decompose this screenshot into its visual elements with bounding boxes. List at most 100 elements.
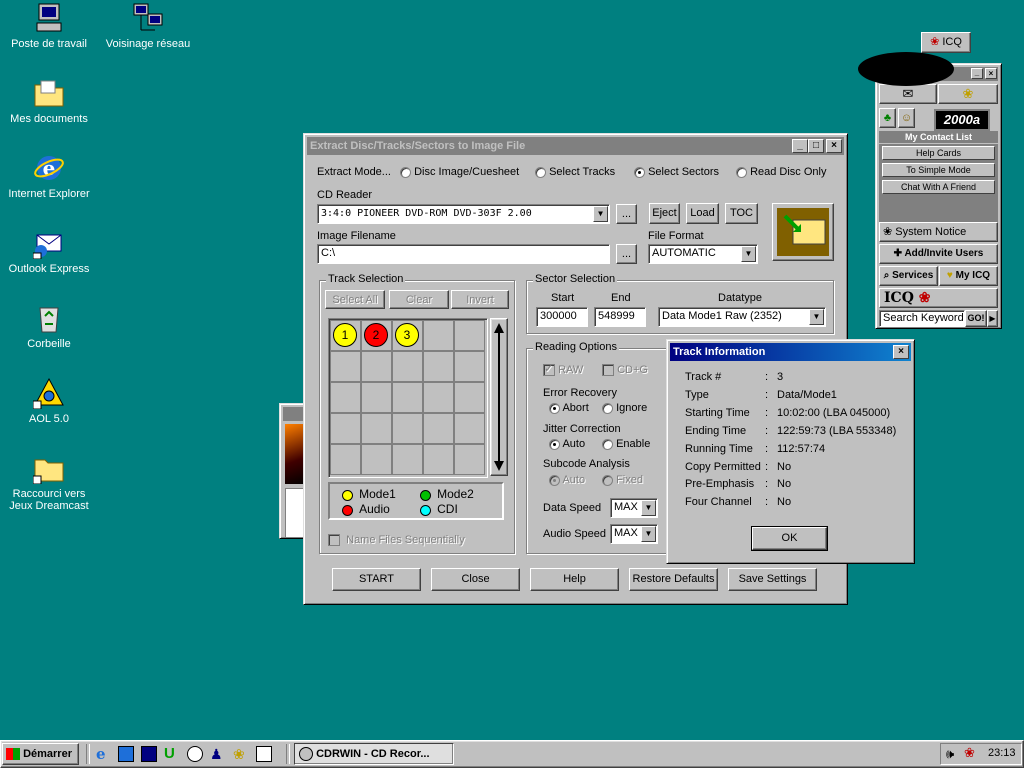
eject-button[interactable]: Eject: [649, 203, 680, 224]
error-recovery-abort[interactable]: Abort: [549, 402, 589, 414]
minimize-button[interactable]: _: [971, 68, 983, 79]
track-cell[interactable]: [454, 320, 485, 351]
simple-mode-button[interactable]: To Simple Mode: [882, 163, 995, 177]
track-cell[interactable]: [423, 382, 454, 413]
close-button[interactable]: ×: [985, 68, 997, 79]
help-button[interactable]: Help: [530, 568, 619, 591]
chevron-down-icon[interactable]: ▼: [593, 206, 608, 222]
track-cell[interactable]: [361, 382, 392, 413]
services-button[interactable]: ⌕ Services: [879, 266, 938, 286]
icq-message-button[interactable]: ✉: [879, 84, 937, 104]
track-cell[interactable]: [330, 351, 361, 382]
track-1-disc[interactable]: 1: [333, 323, 357, 347]
error-recovery-ignore[interactable]: Ignore: [602, 402, 647, 414]
subcode-auto[interactable]: Auto: [549, 474, 585, 486]
track-grid[interactable]: 1 2 3: [328, 318, 488, 478]
quicklaunch-user-icon[interactable]: ♟: [210, 746, 226, 762]
close-dialog-button[interactable]: Close: [431, 568, 520, 591]
track-grid-scrollbar[interactable]: [490, 318, 508, 476]
icq-tray-icon[interactable]: ❀: [964, 745, 975, 761]
quicklaunch-face-icon[interactable]: [187, 746, 203, 762]
chevron-right-icon[interactable]: ▶: [987, 310, 998, 327]
clear-button[interactable]: Clear: [389, 290, 449, 309]
search-go-button[interactable]: GO!: [965, 310, 987, 327]
icq-status-button[interactable]: ❀: [938, 84, 998, 104]
ok-button[interactable]: OK: [751, 526, 828, 551]
file-format-select[interactable]: AUTOMATIC ▼: [648, 244, 758, 264]
close-button[interactable]: ×: [893, 345, 909, 359]
track-cell[interactable]: [454, 413, 485, 444]
track-cell[interactable]: [423, 444, 454, 475]
toc-button[interactable]: TOC: [725, 203, 758, 224]
track-2-disc[interactable]: 2: [364, 323, 388, 347]
quicklaunch-internet-explorer-icon[interactable]: e: [96, 746, 112, 762]
help-cards-button[interactable]: Help Cards: [882, 146, 995, 160]
track-cell[interactable]: [330, 444, 361, 475]
icq-group-button[interactable]: ♣: [879, 108, 896, 128]
minimize-button[interactable]: _: [792, 139, 808, 153]
datatype-select[interactable]: Data Mode1 Raw (2352) ▼: [658, 307, 826, 327]
track-cell[interactable]: [454, 382, 485, 413]
subcode-fixed[interactable]: Fixed: [602, 474, 643, 486]
mode-disc-image[interactable]: Disc Image/Cuesheet: [400, 166, 519, 178]
track-cell[interactable]: [423, 351, 454, 382]
track-cell[interactable]: [330, 382, 361, 413]
cd-reader-browse-button[interactable]: ...: [616, 204, 637, 224]
restore-defaults-button[interactable]: Restore Defaults: [629, 568, 718, 591]
track-cell[interactable]: [330, 413, 361, 444]
track-info-dialog[interactable]: Track Information × Track #:3 Type: Data/M…: [666, 339, 915, 564]
chevron-down-icon[interactable]: ▼: [809, 309, 824, 325]
save-settings-button[interactable]: Save Settings: [728, 568, 817, 591]
track-cell[interactable]: [454, 444, 485, 475]
data-speed-select[interactable]: MAX ▼: [610, 498, 658, 518]
track-cell[interactable]: [392, 444, 423, 475]
system-notice-button[interactable]: ❀ System Notice: [879, 222, 998, 242]
name-files-sequentially-checkbox[interactable]: Name Files Sequentially: [328, 534, 465, 547]
desktop-icon-aol[interactable]: AOL 5.0: [4, 377, 94, 425]
track-cell[interactable]: [392, 382, 423, 413]
quicklaunch-notepad-icon[interactable]: [256, 746, 272, 762]
maximize-button[interactable]: □: [808, 139, 824, 153]
desktop-icon-my-documents[interactable]: Mes documents: [4, 77, 94, 125]
icq-user-button[interactable]: ☺: [898, 108, 915, 128]
desktop-icon-outlook-express[interactable]: Outlook Express: [4, 227, 94, 275]
extract-image-button[interactable]: [772, 203, 834, 261]
my-icq-button[interactable]: ♥ My ICQ: [939, 266, 998, 286]
mode-read-disc-only[interactable]: Read Disc Only: [736, 166, 826, 178]
track-cell[interactable]: [454, 351, 485, 382]
desktop-icon-recycle-bin[interactable]: Corbeille: [4, 302, 94, 350]
raw-checkbox[interactable]: RAW: [543, 362, 583, 377]
chevron-down-icon[interactable]: ▼: [741, 246, 756, 262]
chevron-down-icon[interactable]: ▼: [641, 500, 656, 516]
jitter-auto[interactable]: Auto: [549, 438, 585, 450]
icq-window[interactable]: _ × ✉ ❀ ♣ ☺ 2000a My Contact List Help C…: [875, 63, 1002, 329]
start-sector-input[interactable]: 300000: [536, 307, 588, 327]
jitter-enable[interactable]: Enable: [602, 438, 650, 450]
icq-main-button[interactable]: ICQ ❀: [879, 288, 998, 308]
select-all-button[interactable]: Select All: [325, 290, 385, 309]
track-cell[interactable]: [423, 413, 454, 444]
cdg-checkbox[interactable]: CD+G: [602, 364, 648, 377]
quicklaunch-flower-icon[interactable]: ❀: [233, 746, 249, 762]
quicklaunch-desktop-icon[interactable]: [118, 746, 134, 762]
track-cell[interactable]: [361, 444, 392, 475]
desktop-icon-internet-explorer[interactable]: e Internet Explorer: [4, 152, 94, 200]
close-button[interactable]: ×: [826, 139, 842, 153]
start-button[interactable]: START: [332, 568, 421, 591]
quicklaunch-channels-icon[interactable]: [141, 746, 157, 762]
search-keyword-input[interactable]: Search Keyword: [879, 310, 965, 327]
track-cell[interactable]: [423, 320, 454, 351]
quicklaunch-u-icon[interactable]: U: [164, 746, 180, 762]
desktop-icon-dreamcast-shortcut[interactable]: Raccourci vers Jeux Dreamcast: [4, 452, 94, 512]
extract-window-titlebar[interactable]: Extract Disc/Tracks/Sectors to Image Fil…: [307, 137, 844, 155]
track-cell[interactable]: [361, 351, 392, 382]
clock[interactable]: 23:13: [988, 747, 1016, 759]
track-cell[interactable]: [392, 351, 423, 382]
mode-select-tracks[interactable]: Select Tracks: [535, 166, 615, 178]
desktop-icon-network[interactable]: Voisinage réseau: [103, 2, 193, 50]
end-sector-input[interactable]: 548999: [594, 307, 646, 327]
start-menu-button[interactable]: Démarrer: [2, 743, 79, 765]
image-filename-browse-button[interactable]: ...: [616, 244, 637, 264]
mode-select-sectors[interactable]: Select Sectors: [634, 166, 719, 178]
track-3-disc[interactable]: 3: [395, 323, 419, 347]
